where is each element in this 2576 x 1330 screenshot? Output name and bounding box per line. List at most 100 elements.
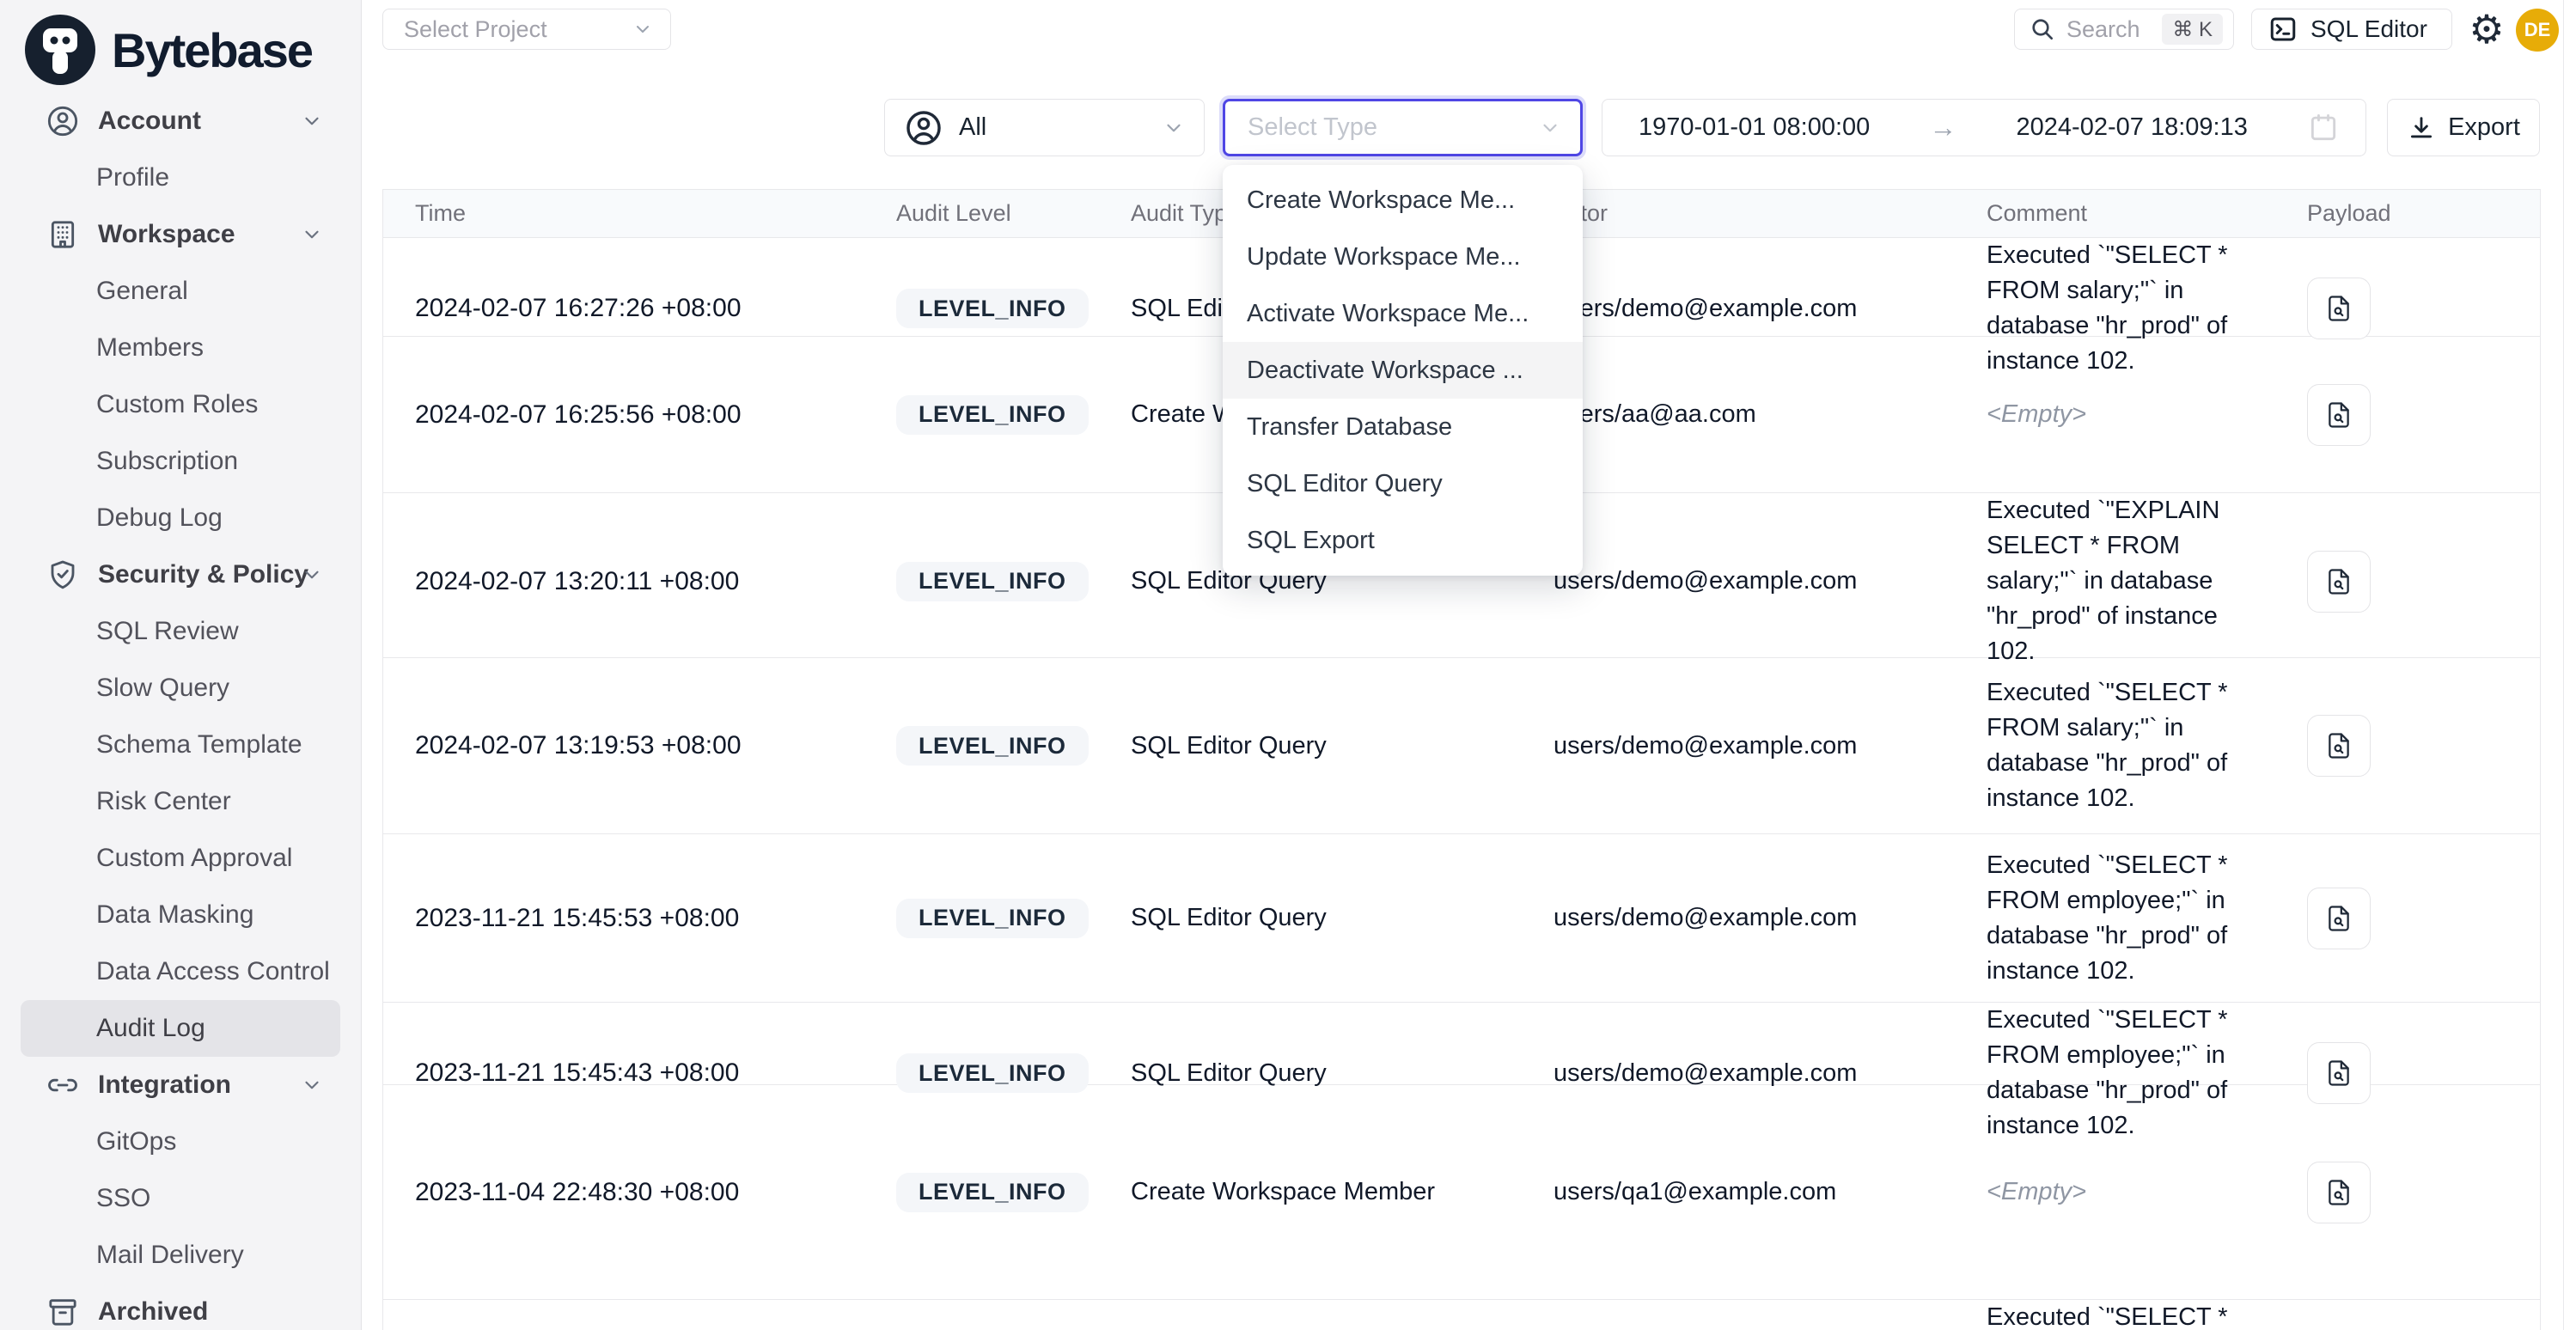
view-payload-button[interactable] [2307, 715, 2371, 777]
table-row: 2023-11-04 21:26:34 +08:00 LEVEL_INFO SQ… [383, 1300, 2540, 1330]
sidebar-item-label: Schema Template [96, 730, 302, 760]
sidebar-item-slow-query[interactable]: Slow Query [0, 660, 361, 717]
chevron-down-icon [301, 223, 323, 246]
view-payload-button[interactable] [2307, 1162, 2371, 1223]
audit-type: SQL Editor Query [1131, 904, 1554, 932]
user-avatar[interactable]: DE [2516, 9, 2559, 52]
table-row: 2023-11-21 15:45:53 +08:00 LEVEL_INFO SQ… [383, 834, 2540, 1003]
sidebar-item-integration[interactable]: Integration [0, 1057, 361, 1113]
view-payload-button[interactable] [2307, 278, 2371, 339]
project-select-placeholder: Select Project [404, 16, 547, 43]
sidebar-item-archived[interactable]: Archived [0, 1284, 361, 1330]
chevron-down-icon [1539, 117, 1561, 139]
brand[interactable]: Bytebase [0, 0, 361, 86]
sidebar-item-data-access-control[interactable]: Data Access Control [0, 943, 361, 1000]
audit-comment: Executed `"SELECT * FROM salary;"` in da… [1987, 238, 2307, 379]
sidebar-item-sso[interactable]: SSO [0, 1170, 361, 1227]
sidebar-item-label: Risk Center [96, 787, 231, 816]
chevron-down-icon [632, 19, 653, 40]
audit-level-badge: LEVEL_INFO [896, 899, 1089, 938]
view-payload-button[interactable] [2307, 551, 2371, 613]
person-circle-icon [904, 108, 943, 148]
menu-item-transfer-database[interactable]: Transfer Database [1223, 399, 1583, 455]
sidebar-item-label: GitOps [96, 1127, 176, 1156]
chevron-down-icon [301, 564, 323, 586]
menu-item-update-workspace-member[interactable]: Update Workspace Me... [1223, 229, 1583, 285]
sidebar-item-subscription[interactable]: Subscription [0, 433, 361, 490]
table-row: 2023-11-21 15:45:43 +08:00 LEVEL_INFO SQ… [383, 1003, 2540, 1085]
sql-editor-label: SQL Editor [2310, 15, 2427, 43]
view-payload-button[interactable] [2307, 384, 2371, 446]
audit-type: SQL Editor Query [1131, 732, 1554, 760]
sidebar-item-label: Integration [98, 1071, 231, 1100]
type-filter-select[interactable]: Select Type [1223, 99, 1583, 156]
sidebar-item-schema-template[interactable]: Schema Template [0, 717, 361, 773]
user-circle-icon [45, 103, 81, 139]
building-icon [45, 217, 81, 253]
sidebar-item-debug-log[interactable]: Debug Log [0, 490, 361, 546]
sidebar-item-label: Audit Log [96, 1014, 205, 1043]
actor-filter-select[interactable]: All [884, 99, 1205, 156]
export-label: Export [2448, 113, 2520, 142]
sidebar-item-workspace[interactable]: Workspace [0, 206, 361, 263]
view-payload-button[interactable] [2307, 1042, 2371, 1104]
audit-actor: users/demo@example.com [1554, 567, 1987, 595]
sidebar-item-custom-approval[interactable]: Custom Approval [0, 830, 361, 887]
download-icon [2407, 113, 2436, 143]
sidebar-item-label: Slow Query [96, 674, 229, 703]
view-payload-button[interactable] [2307, 888, 2371, 949]
sidebar-item-gitops[interactable]: GitOps [0, 1113, 361, 1170]
audit-level-badge: LEVEL_INFO [896, 726, 1089, 766]
settings-gear-icon[interactable]: ⚙ [2464, 7, 2509, 52]
date-range-picker[interactable]: 1970-01-01 08:00:00 → 2024-02-07 18:09:1… [1602, 99, 2366, 156]
audit-actor: users/demo@example.com [1554, 1059, 1987, 1088]
sidebar-item-label: Data Access Control [96, 957, 330, 986]
audit-actor: users/demo@example.com [1554, 732, 1987, 760]
menu-item-sql-export[interactable]: SQL Export [1223, 512, 1583, 569]
sidebar-item-sql-review[interactable]: SQL Review [0, 603, 361, 660]
sidebar-item-mail-delivery[interactable]: Mail Delivery [0, 1227, 361, 1284]
export-button[interactable]: Export [2387, 99, 2540, 156]
column-header-time: Time [415, 200, 896, 227]
audit-actor: users/aa@aa.com [1554, 400, 1987, 429]
menu-item-activate-workspace-member[interactable]: Activate Workspace Me... [1223, 285, 1583, 342]
audit-comment: Executed `"SELECT * FROM employee;"` in … [1987, 848, 2307, 989]
scrollbar[interactable] [2563, 0, 2576, 1330]
sidebar-item-risk-center[interactable]: Risk Center [0, 773, 361, 830]
sidebar-item-general[interactable]: General [0, 263, 361, 320]
sidebar-item-security-policy[interactable]: Security & Policy [0, 546, 361, 603]
table-row: 2024-02-07 13:19:53 +08:00 LEVEL_INFO SQ… [383, 658, 2540, 834]
audit-level-badge: LEVEL_INFO [896, 289, 1089, 328]
sidebar: Bytebase Account Profile [0, 0, 362, 1330]
audit-type: SQL Editor Query [1131, 1059, 1554, 1088]
audit-comment: <Empty> [1987, 397, 2307, 432]
search-input[interactable]: Search ⌘ K [2014, 9, 2234, 50]
menu-item-deactivate-workspace-member[interactable]: Deactivate Workspace ... [1223, 342, 1583, 399]
calendar-icon [2307, 112, 2340, 144]
column-header-actor: Actor [1554, 200, 1987, 227]
sql-editor-button[interactable]: SQL Editor [2251, 9, 2452, 50]
audit-comment: Executed `"SELECT * FROM salary;"` in da… [1987, 675, 2307, 816]
audit-comment: Executed `"SELECT * FROM employee;"` in … [1987, 1003, 2307, 1144]
bytebase-app: Bytebase Account Profile [0, 0, 2576, 1330]
sidebar-nav: Account Profile Workspace [0, 93, 361, 1330]
sidebar-item-custom-roles[interactable]: Custom Roles [0, 376, 361, 433]
column-header-payload: Payload [2307, 200, 2540, 227]
chevron-down-icon [301, 110, 323, 132]
chevron-down-icon [1163, 117, 1185, 139]
audit-actor: users/demo@example.com [1554, 904, 1987, 932]
archive-icon [45, 1294, 81, 1330]
sidebar-item-profile[interactable]: Profile [0, 149, 361, 206]
audit-comment: <Empty> [1987, 1174, 2307, 1210]
menu-item-create-workspace-member[interactable]: Create Workspace Me... [1223, 172, 1583, 229]
audit-comment: Executed `"EXPLAIN SELECT * FROM salary;… [1987, 493, 2307, 669]
date-from-value: 1970-01-01 08:00:00 [1639, 113, 1870, 142]
sidebar-item-data-masking[interactable]: Data Masking [0, 887, 361, 943]
sidebar-item-label: Subscription [96, 447, 238, 476]
sidebar-item-audit-log[interactable]: Audit Log [21, 1000, 340, 1057]
sidebar-item-label: Data Masking [96, 900, 253, 930]
menu-item-sql-editor-query[interactable]: SQL Editor Query [1223, 455, 1583, 512]
project-select[interactable]: Select Project [382, 9, 671, 50]
sidebar-item-account[interactable]: Account [0, 93, 361, 149]
sidebar-item-members[interactable]: Members [0, 320, 361, 376]
